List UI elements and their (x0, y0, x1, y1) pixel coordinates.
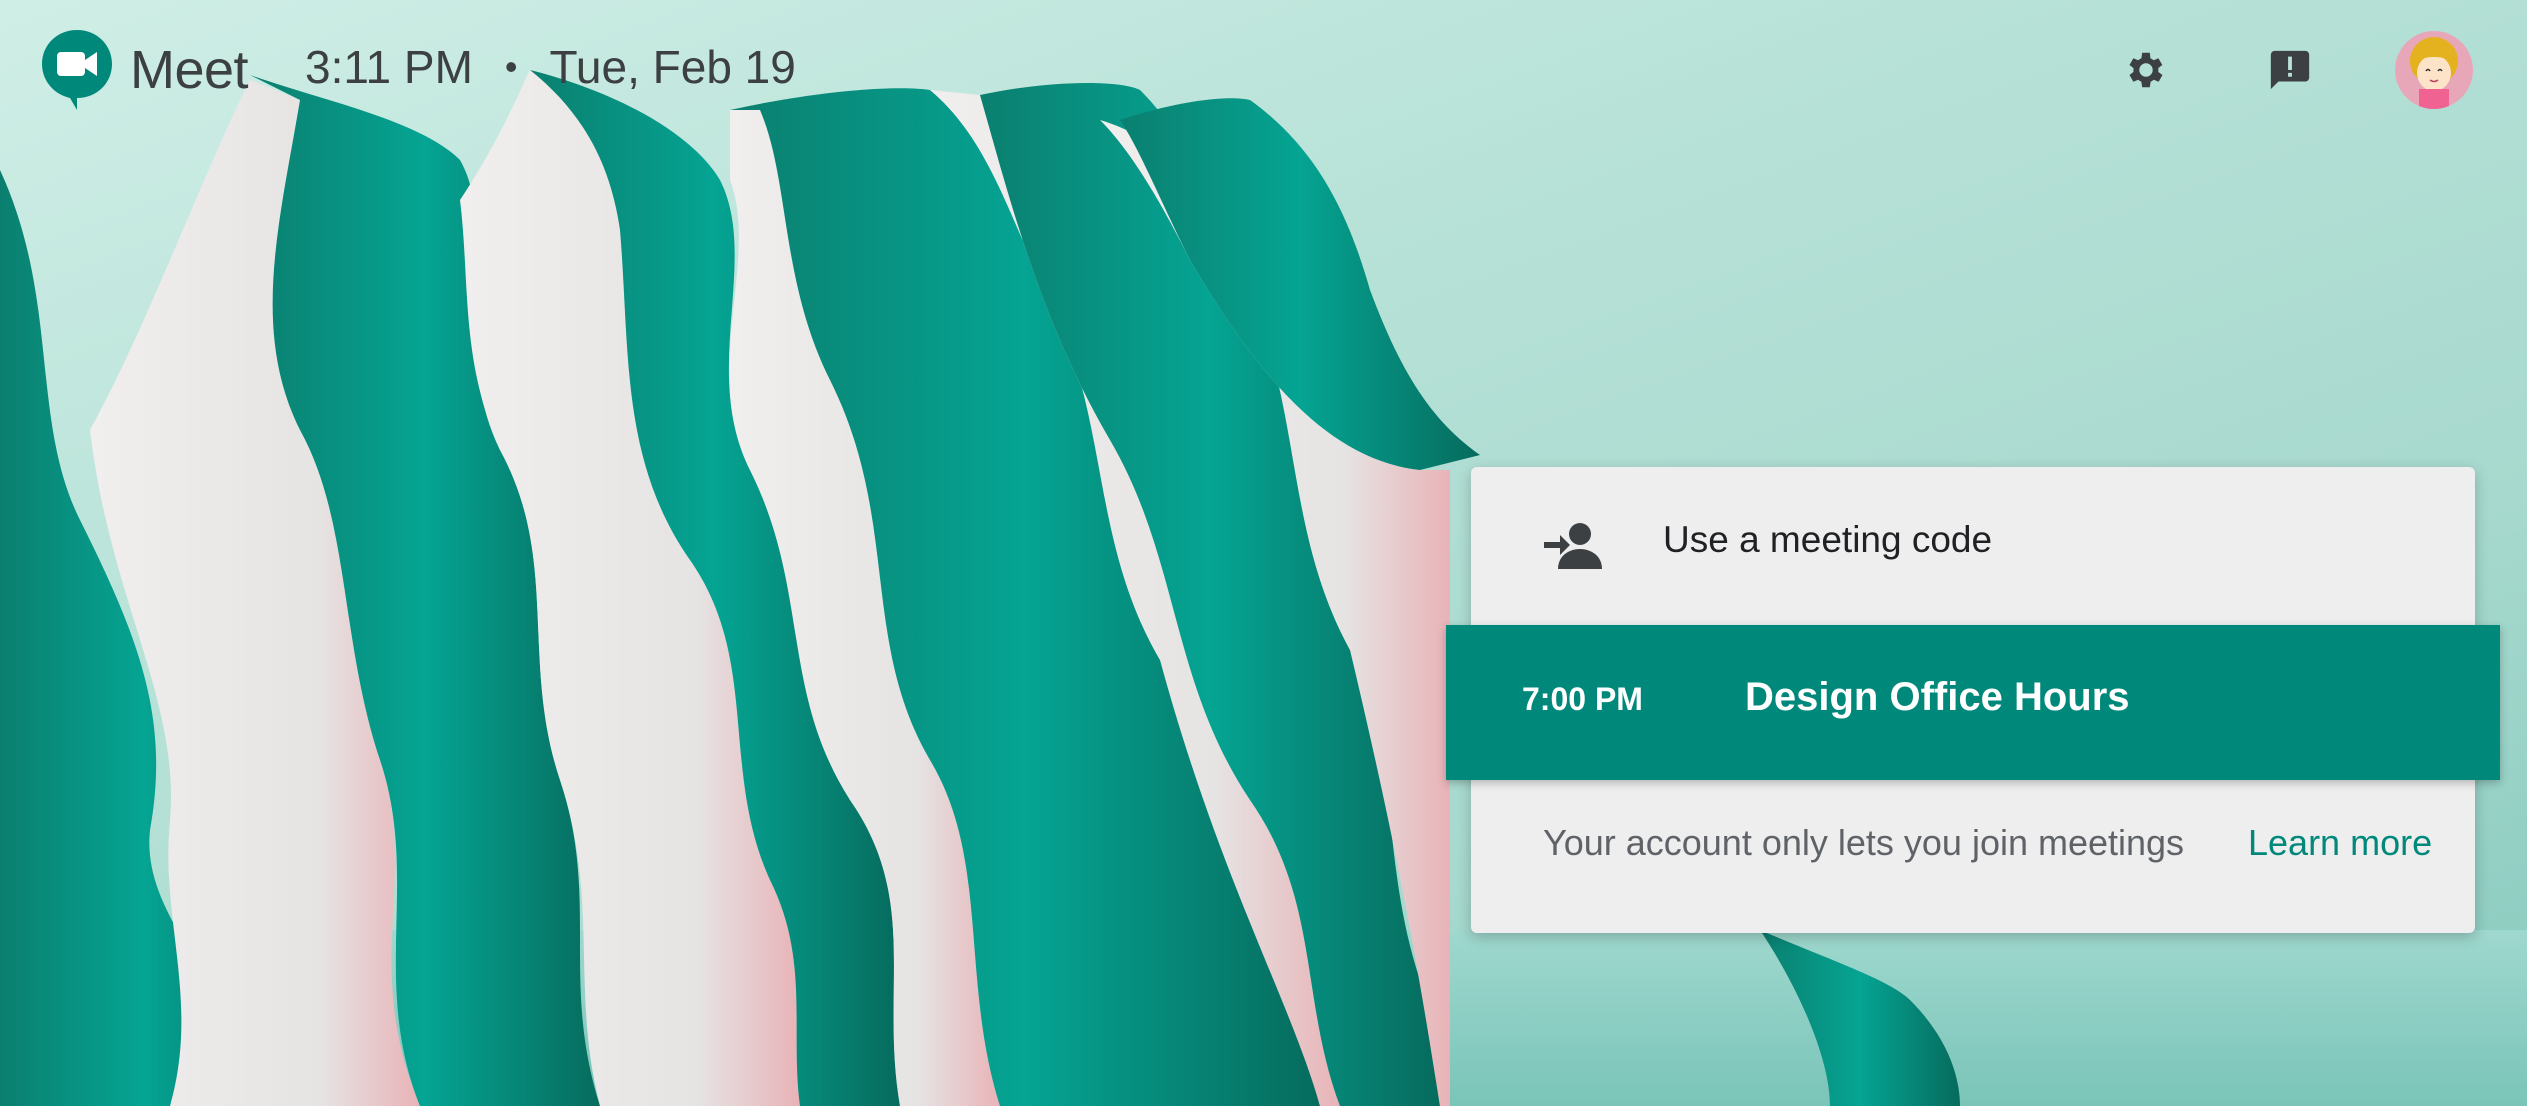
app-name: Meet (130, 40, 249, 100)
meet-logo-icon (42, 30, 112, 110)
top-bar: Meet 3:11 PM • Tue, Feb 19 (0, 0, 2527, 140)
meeting-code-label: Use a meeting code (1663, 519, 1993, 560)
use-meeting-code-button[interactable]: Use a meeting code (1471, 467, 2475, 625)
separator: • (504, 46, 518, 87)
current-date: Tue, Feb 19 (549, 41, 796, 93)
current-time: 3:11 PM (305, 41, 473, 93)
meeting-time: 7:00 PM (1522, 681, 1643, 717)
learn-more-link[interactable]: Learn more (2248, 822, 2432, 864)
person-add-arrow-icon (1544, 523, 1602, 569)
avatar-image (2395, 31, 2473, 109)
brand[interactable]: Meet (40, 28, 249, 112)
feedback-button[interactable] (2250, 30, 2330, 110)
settings-button[interactable] (2106, 30, 2186, 110)
scheduled-meeting-item[interactable]: 7:00 PM Design Office Hours (1446, 625, 2500, 780)
date-time: 3:11 PM • Tue, Feb 19 (305, 40, 796, 94)
feedback-icon (2270, 50, 2310, 90)
settings-gear-icon (2129, 52, 2163, 88)
meeting-title: Design Office Hours (1745, 675, 2130, 719)
account-notice: Your account only lets you join meetings (1543, 822, 2185, 863)
user-avatar[interactable] (2395, 31, 2473, 109)
